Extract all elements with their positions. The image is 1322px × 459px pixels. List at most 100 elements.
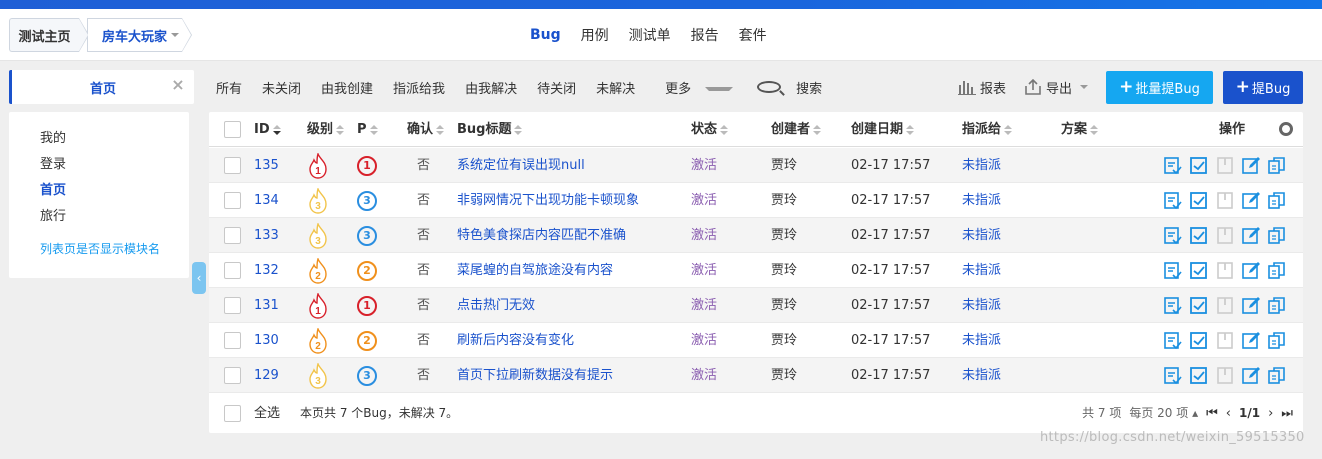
filter-all[interactable]: 所有 (206, 78, 252, 97)
bug-title-link[interactable]: 刷新后内容没有变化 (457, 323, 574, 358)
bug-title-link[interactable]: 点击热门无效 (457, 288, 535, 323)
table-row[interactable]: 130 2 2 否 刷新后内容没有变化 激活 贾玲 02-17 17:57 未指派 (209, 323, 1303, 358)
filter-resolved-by-me[interactable]: 由我解决 (455, 78, 527, 97)
resolve-checkbox-icon[interactable] (1189, 331, 1209, 350)
nav-suite[interactable]: 套件 (729, 25, 777, 45)
confirm-bug-icon[interactable] (1163, 366, 1183, 385)
assign-link[interactable]: 未指派 (962, 218, 1001, 253)
header-date[interactable]: 创建日期 (851, 112, 915, 147)
header-creator[interactable]: 创建者 (771, 112, 822, 147)
header-assign[interactable]: 指派给 (962, 112, 1013, 147)
bug-id[interactable]: 130 (254, 323, 279, 358)
report-button[interactable]: 报表 (957, 78, 1006, 97)
table-row[interactable]: 129 3 3 否 首页下拉刷新数据没有提示 激活 贾玲 02-17 17:57 未指派 (209, 358, 1303, 393)
sidebar-item-login[interactable]: 登录 (40, 152, 189, 178)
per-page-select[interactable]: 每页 20 项 ▴ (1129, 394, 1198, 433)
header-status[interactable]: 状态 (691, 112, 729, 147)
nav-case[interactable]: 用例 (571, 25, 619, 45)
confirm-bug-icon[interactable] (1163, 331, 1183, 350)
nav-report[interactable]: 报告 (681, 25, 729, 45)
header-title[interactable]: Bug标题 (457, 112, 523, 147)
edit-icon[interactable] (1241, 156, 1261, 175)
select-all-label[interactable]: 全选 (254, 394, 280, 433)
first-page-icon[interactable]: ⏮ (1206, 394, 1218, 433)
confirm-bug-icon[interactable] (1163, 226, 1183, 245)
batch-create-bug-button[interactable]: + 批量提Bug (1106, 70, 1213, 104)
edit-icon[interactable] (1241, 366, 1261, 385)
close-icon[interactable]: × (170, 77, 186, 93)
header-severity[interactable]: 级别 (307, 112, 345, 147)
resolve-checkbox-icon[interactable] (1189, 226, 1209, 245)
bug-title-link[interactable]: 系统定位有误出现null (457, 148, 585, 183)
edit-icon[interactable] (1241, 296, 1261, 315)
assign-link[interactable]: 未指派 (962, 148, 1001, 183)
assign-link[interactable]: 未指派 (962, 288, 1001, 323)
edit-icon[interactable] (1241, 191, 1261, 210)
copy-icon[interactable] (1267, 226, 1287, 245)
filter-opened-by-me[interactable]: 由我创建 (311, 78, 383, 97)
show-module-name-link[interactable]: 列表页是否显示模块名 (40, 240, 160, 257)
bug-id[interactable]: 129 (254, 358, 279, 393)
row-checkbox[interactable] (224, 192, 241, 209)
tab-home[interactable]: 首页 × (9, 70, 194, 104)
copy-icon[interactable] (1267, 296, 1287, 315)
bug-title-link[interactable]: 首页下拉刷新数据没有提示 (457, 358, 613, 393)
header-id[interactable]: ID (254, 112, 281, 147)
assign-link[interactable]: 未指派 (962, 253, 1001, 288)
table-row[interactable]: 134 3 3 否 非弱网情况下出现功能卡顿现象 激活 贾玲 02-17 17:57 未指派 (209, 183, 1303, 218)
prev-page-icon[interactable]: ‹ (1226, 394, 1231, 433)
select-all-checkbox[interactable] (224, 405, 241, 422)
table-row[interactable]: 133 3 3 否 特色美食探店内容匹配不准确 激活 贾玲 02-17 17:57 未指派 (209, 218, 1303, 253)
confirm-bug-icon[interactable] (1163, 191, 1183, 210)
row-checkbox[interactable] (224, 262, 241, 279)
resolve-checkbox-icon[interactable] (1189, 156, 1209, 175)
nav-testtask[interactable]: 测试单 (619, 25, 681, 45)
create-bug-button[interactable]: + 提Bug (1223, 70, 1303, 104)
bug-id[interactable]: 134 (254, 183, 279, 218)
breadcrumb-home[interactable]: 测试主页 (9, 18, 89, 52)
resolve-checkbox-icon[interactable] (1189, 366, 1209, 385)
export-button[interactable]: 导出 (1024, 78, 1088, 97)
confirm-bug-icon[interactable] (1163, 156, 1183, 175)
copy-icon[interactable] (1267, 366, 1287, 385)
confirm-bug-icon[interactable] (1163, 261, 1183, 280)
resolve-checkbox-icon[interactable] (1189, 296, 1209, 315)
edit-icon[interactable] (1241, 331, 1261, 350)
sidebar-collapse-toggle[interactable]: ‹ (192, 262, 206, 294)
nav-bug[interactable]: Bug (520, 27, 571, 43)
bug-id[interactable]: 131 (254, 288, 279, 323)
bug-id[interactable]: 135 (254, 148, 279, 183)
copy-icon[interactable] (1267, 261, 1287, 280)
row-checkbox[interactable] (224, 367, 241, 384)
select-all-checkbox-header[interactable] (224, 121, 241, 138)
header-plan[interactable]: 方案 (1061, 112, 1099, 147)
filter-more[interactable]: 更多 (645, 78, 743, 97)
bug-id[interactable]: 132 (254, 253, 279, 288)
row-checkbox[interactable] (224, 332, 241, 349)
filter-unresolved[interactable]: 未解决 (586, 78, 645, 97)
bug-title-link[interactable]: 特色美食探店内容匹配不准确 (457, 218, 626, 253)
edit-icon[interactable] (1241, 226, 1261, 245)
table-row[interactable]: 135 1 1 否 系统定位有误出现null 激活 贾玲 02-17 17:57 未指派 (209, 148, 1303, 183)
row-checkbox[interactable] (224, 227, 241, 244)
breadcrumb-project[interactable]: 房车大玩家 (87, 18, 192, 52)
copy-icon[interactable] (1267, 331, 1287, 350)
filter-unclosed[interactable]: 未关闭 (252, 78, 311, 97)
sidebar-item-travel[interactable]: 旅行 (40, 204, 189, 230)
gear-icon[interactable] (1279, 122, 1293, 136)
row-checkbox[interactable] (224, 297, 241, 314)
resolve-checkbox-icon[interactable] (1189, 191, 1209, 210)
table-row[interactable]: 132 2 2 否 菜尾蝗的自驾旅途没有内容 激活 贾玲 02-17 17:57 未指派 (209, 253, 1303, 288)
assign-link[interactable]: 未指派 (962, 323, 1001, 358)
copy-icon[interactable] (1267, 191, 1287, 210)
last-page-icon[interactable]: ⏭ (1281, 394, 1293, 433)
row-checkbox[interactable] (224, 157, 241, 174)
next-page-icon[interactable]: › (1268, 394, 1273, 433)
bug-id[interactable]: 133 (254, 218, 279, 253)
resolve-checkbox-icon[interactable] (1189, 261, 1209, 280)
sidebar-item-home[interactable]: 首页 (40, 178, 189, 204)
confirm-bug-icon[interactable] (1163, 296, 1183, 315)
copy-icon[interactable] (1267, 156, 1287, 175)
sidebar-item-mine[interactable]: 我的 (40, 126, 189, 152)
edit-icon[interactable] (1241, 261, 1261, 280)
